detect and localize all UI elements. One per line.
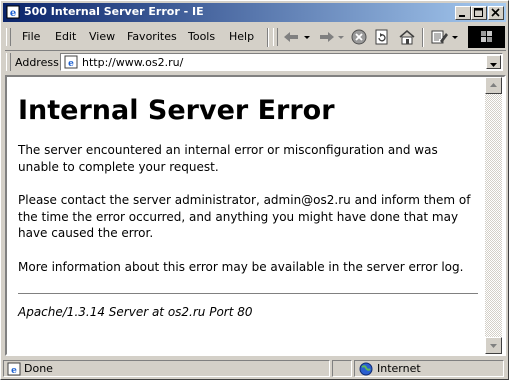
status-pane-main: e Done (3, 360, 330, 377)
browser-window: e 500 Internal Server Error - IE File Ed… (0, 0, 509, 380)
status-text: Done (24, 362, 53, 375)
window-title: 500 Internal Server Error - IE (24, 5, 204, 18)
page-content: Internal Server Error The server encount… (18, 85, 478, 321)
menu-bar: File Edit View Favorites Tools Help (5, 25, 506, 49)
edit-dropdown-icon[interactable] (451, 28, 459, 46)
address-field[interactable]: e http://www.os2.ru/ (60, 53, 503, 71)
page-done-icon: e (7, 362, 21, 376)
toolbar-separator-2 (422, 28, 424, 47)
error-paragraph-1: The server encountered an internal error… (18, 143, 438, 174)
menu-tools[interactable]: Tools (188, 30, 215, 43)
status-pane-zone: Internet (354, 360, 504, 377)
address-dropdown-button[interactable] (486, 55, 501, 69)
ie-throbber-logo (468, 26, 505, 48)
ie-page-icon: e (6, 5, 20, 19)
security-zone-text: Internet (377, 362, 421, 375)
back-arrow-icon[interactable] (281, 28, 303, 46)
scroll-up-button[interactable] (485, 77, 502, 94)
status-bar: e Done Internet (3, 358, 506, 378)
svg-text:e: e (68, 59, 74, 69)
error-paragraph-3: More information about this error may be… (18, 259, 464, 274)
scroll-track[interactable] (485, 94, 502, 337)
windows-flag-icon (481, 31, 492, 42)
divider (18, 293, 478, 295)
status-pane-progress (332, 360, 352, 377)
arrow-up-icon (490, 83, 497, 87)
menu-view[interactable]: View (89, 30, 115, 43)
minimize-icon (459, 15, 465, 17)
menubar-grip[interactable] (6, 28, 11, 46)
menu-help[interactable]: Help (229, 30, 254, 43)
vertical-scrollbar[interactable] (485, 77, 502, 354)
arrow-down-icon (490, 344, 497, 348)
minimize-button[interactable] (455, 6, 471, 20)
home-icon[interactable] (397, 28, 417, 46)
address-label: Address (15, 56, 59, 69)
chevron-down-icon (490, 63, 497, 67)
edit-icon[interactable] (429, 28, 451, 46)
title-bar[interactable]: e 500 Internal Server Error - IE (3, 3, 506, 22)
maximize-button[interactable] (471, 6, 487, 20)
refresh-icon[interactable] (372, 28, 392, 46)
server-signature: Apache/1.3.14 Server at os2.ru Port 80 (18, 305, 253, 319)
page-heading: Internal Server Error (18, 95, 335, 126)
close-button[interactable] (488, 6, 504, 20)
globe-icon (359, 362, 373, 376)
menu-edit[interactable]: Edit (55, 30, 76, 43)
menu-file[interactable]: File (22, 30, 40, 43)
toolbar-separator (267, 28, 269, 47)
close-icon (491, 8, 500, 17)
svg-text:e: e (10, 8, 16, 19)
scroll-down-button[interactable] (485, 337, 502, 354)
page-icon: e (64, 55, 78, 69)
forward-dropdown-icon[interactable] (337, 28, 345, 46)
page-viewport[interactable]: Internal Server Error The server encount… (5, 75, 506, 356)
address-bar: Address e http://www.os2.ru/ (5, 50, 506, 73)
back-dropdown-icon[interactable] (303, 28, 311, 46)
menu-favorites[interactable]: Favorites (127, 30, 177, 43)
error-paragraph-2: Please contact the server administrator,… (18, 193, 471, 240)
maximize-icon (474, 8, 483, 17)
address-url[interactable]: http://www.os2.ru/ (82, 56, 183, 69)
forward-arrow-icon[interactable] (315, 28, 337, 46)
toolbar-grip[interactable] (273, 28, 278, 46)
svg-text:e: e (11, 366, 17, 376)
addressbar-grip[interactable] (6, 53, 11, 71)
stop-icon[interactable] (349, 28, 369, 46)
